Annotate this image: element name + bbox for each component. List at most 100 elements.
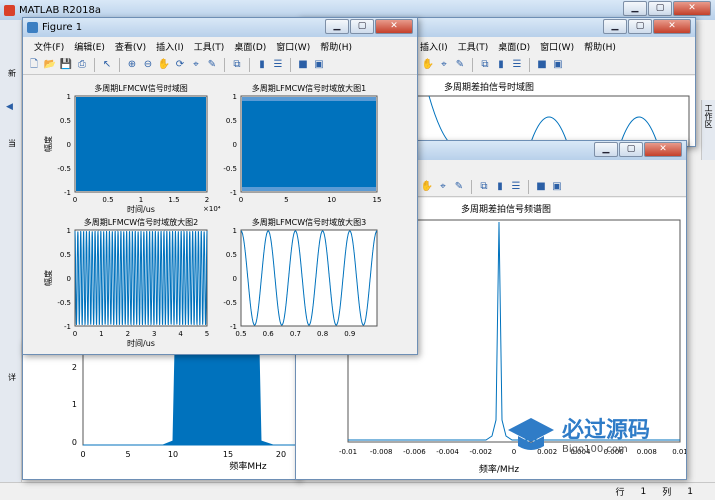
- show-plot-tools-icon[interactable]: ▣: [551, 58, 565, 72]
- subplot-ylabel: 幅度: [43, 136, 53, 152]
- hide-plot-tools-icon[interactable]: ■: [535, 58, 549, 72]
- legend-icon[interactable]: ☰: [509, 180, 523, 194]
- ytick-label: 0: [233, 275, 237, 283]
- colorbar-icon[interactable]: ▮: [255, 58, 269, 72]
- figure4-xtick: 5: [125, 450, 130, 459]
- minimize-icon[interactable]: ▁: [594, 142, 618, 157]
- hide-plot-tools-icon[interactable]: ■: [296, 58, 310, 72]
- ytick-label: -0.5: [57, 299, 71, 307]
- pan-icon[interactable]: ✋: [421, 58, 435, 72]
- xtick-exponent: ×10⁴: [203, 205, 221, 213]
- menu-window[interactable]: 窗口(W): [271, 40, 315, 53]
- workspace-tab[interactable]: 工作区: [703, 104, 714, 128]
- figure4-svg: 2 1 0 0 5 10 15 20 频率MHz: [72, 348, 298, 472]
- menu-item[interactable]: 窗口(W): [535, 40, 579, 53]
- close-icon[interactable]: ✕: [653, 19, 691, 34]
- figure1-plot-area: 多周期LFMCW信号时域图 1 0.5 0 -0.5 -1 0 0.5 1 1.5 2 时间/us 幅度…: [23, 76, 417, 354]
- new-label[interactable]: 新: [8, 68, 16, 79]
- zoom-out-icon[interactable]: ⊖: [141, 58, 155, 72]
- maximize-icon[interactable]: ▢: [628, 19, 652, 34]
- back-arrow-icon[interactable]: ◀: [6, 102, 13, 112]
- figure1-toolbar: 🗋 📂 💾 ⎙ ↖ ⊕ ⊖ ✋ ⟳ ⌖ ✎ ⧉ ▮ ☰ ■ ▣: [23, 55, 417, 75]
- ytick-label: 0.5: [226, 117, 237, 125]
- xtick-label: 0.5: [235, 330, 246, 338]
- save-icon[interactable]: 💾: [59, 58, 73, 72]
- zoom-in-icon[interactable]: ⊕: [125, 58, 139, 72]
- pan-icon[interactable]: ✋: [157, 58, 171, 72]
- pan-icon[interactable]: ✋: [420, 180, 434, 194]
- menu-item[interactable]: 帮助(H): [579, 40, 621, 53]
- show-plot-tools-icon[interactable]: ▣: [312, 58, 326, 72]
- data-cursor-icon[interactable]: ⌖: [436, 180, 450, 194]
- figure-icon: [27, 22, 38, 33]
- xtick-label: 10: [327, 196, 336, 204]
- colorbar-icon[interactable]: ▮: [493, 180, 507, 194]
- link-icon[interactable]: ⧉: [477, 180, 491, 194]
- figure4-window: 2 1 0 0 5 10 15 20 频率MHz: [22, 340, 300, 480]
- colorbar-icon[interactable]: ▮: [494, 58, 508, 72]
- maximize-icon[interactable]: ▢: [648, 1, 672, 16]
- edit-plot-icon[interactable]: ↖: [100, 58, 114, 72]
- data-cursor-icon[interactable]: ⌖: [437, 58, 451, 72]
- menu-help[interactable]: 帮助(H): [315, 40, 357, 53]
- figure1-svg: 多周期LFMCW信号时域图10.50-0.5-10 0.5 1 1.5 2时间/us幅度…: [43, 83, 381, 348]
- hide-plot-tools-icon[interactable]: ■: [534, 180, 548, 194]
- maximize-icon[interactable]: ▢: [350, 19, 374, 34]
- figure4-xtick: 10: [168, 450, 178, 459]
- figure4-spectrum-area: [83, 348, 297, 446]
- xtick-label: 5: [205, 330, 209, 338]
- minimize-icon[interactable]: ▁: [623, 1, 647, 16]
- watermark-main: 必过源码: [562, 418, 651, 443]
- rotate-icon[interactable]: ⟳: [173, 58, 187, 72]
- menu-edit[interactable]: 编辑(E): [69, 40, 110, 53]
- xtick-label: 0: [73, 196, 77, 204]
- legend-icon[interactable]: ☰: [510, 58, 524, 72]
- menu-view[interactable]: 查看(V): [110, 40, 151, 53]
- brush-icon[interactable]: ✎: [452, 180, 466, 194]
- menu-insert[interactable]: 插入(I): [151, 40, 189, 53]
- ytick-label: -1: [230, 189, 237, 197]
- brush-icon[interactable]: ✎: [205, 58, 219, 72]
- ytick-label: -1: [64, 189, 71, 197]
- menu-item[interactable]: 桌面(D): [493, 40, 535, 53]
- xtick-label: 0: [239, 196, 243, 204]
- print-icon[interactable]: ⎙: [75, 58, 89, 72]
- menu-tools[interactable]: 工具(T): [189, 40, 230, 53]
- close-icon[interactable]: ✕: [644, 142, 682, 157]
- subplot-xlabel: 时间/us: [127, 338, 155, 348]
- link-icon[interactable]: ⧉: [478, 58, 492, 72]
- figure1-window-controls: ▁ ▢ ✕: [325, 19, 413, 34]
- link-icon[interactable]: ⧉: [230, 58, 244, 72]
- xtick-label: 0.5: [102, 196, 113, 204]
- open-icon[interactable]: 📂: [43, 58, 57, 72]
- brush-icon[interactable]: ✎: [453, 58, 467, 72]
- ytick-label: 1: [233, 93, 237, 101]
- ytick-label: 1: [233, 227, 237, 235]
- menu-item[interactable]: 插入(I): [415, 40, 453, 53]
- minimize-icon[interactable]: ▁: [603, 19, 627, 34]
- xtick-label: 3: [152, 330, 156, 338]
- subplot-title: 多周期LFMCW信号时域图: [94, 83, 187, 93]
- menu-file[interactable]: 文件(F): [29, 40, 69, 53]
- close-icon[interactable]: ✕: [673, 1, 711, 16]
- maximize-icon[interactable]: ▢: [619, 142, 643, 157]
- current-folder-label[interactable]: 当: [8, 138, 16, 149]
- data-cursor-icon[interactable]: ⌖: [189, 58, 203, 72]
- subplot1-signal-fill: [76, 97, 206, 191]
- xtick-label: 2: [205, 196, 209, 204]
- subplot2-signal-fill: [242, 99, 376, 189]
- xtick-label: 0: [73, 330, 77, 338]
- row-label: 行: [615, 488, 625, 498]
- matlab-logo-icon: [4, 4, 15, 16]
- legend-icon[interactable]: ☰: [271, 58, 285, 72]
- close-icon[interactable]: ✕: [375, 19, 413, 34]
- show-plot-tools-icon[interactable]: ▣: [550, 180, 564, 194]
- minimize-icon[interactable]: ▁: [325, 19, 349, 34]
- new-figure-icon[interactable]: 🗋: [27, 58, 41, 72]
- menu-item[interactable]: 工具(T): [453, 40, 494, 53]
- xtick-label: 0.6: [263, 330, 275, 338]
- figure3-xtick: -0.004: [436, 448, 459, 456]
- details-label[interactable]: 详: [8, 372, 16, 383]
- figure1-title: Figure 1: [42, 22, 83, 33]
- menu-desktop[interactable]: 桌面(D): [229, 40, 271, 53]
